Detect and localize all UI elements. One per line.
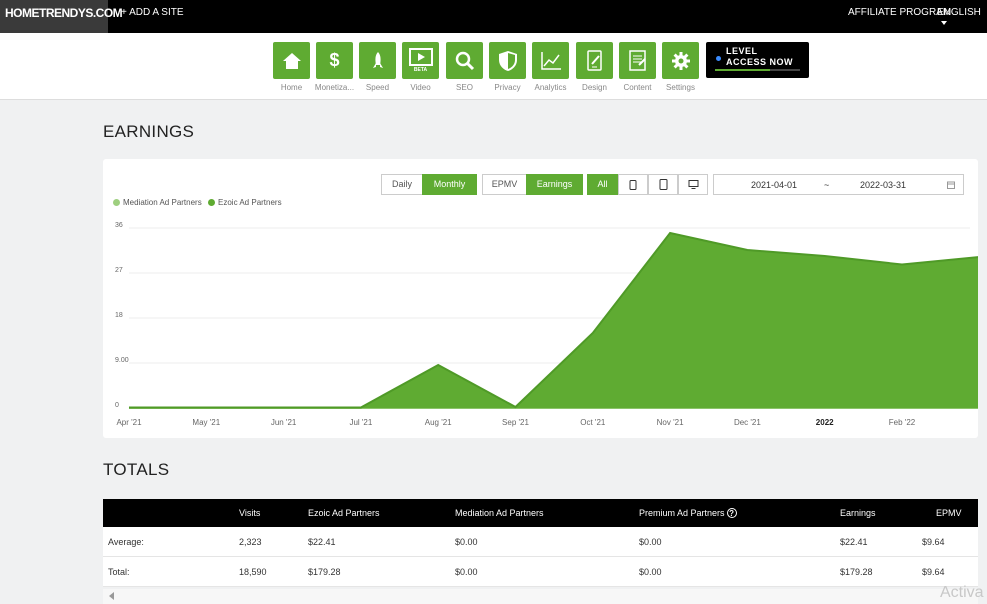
design-icon [576, 42, 613, 79]
language-label: ENGLISH [937, 7, 981, 18]
cell-earnings: $179.28 [840, 567, 873, 577]
x-tick-label: Nov '21 [657, 418, 684, 427]
gear-icon [662, 42, 699, 79]
magnifier-icon [446, 42, 483, 79]
access-now-label: ACCESS NOW [726, 57, 794, 67]
level-label: LEVEL [726, 46, 758, 56]
row-label: Average: [108, 537, 144, 547]
x-tick-label: Dec '21 [734, 418, 761, 427]
content-icon [619, 42, 656, 79]
cell-premium: $0.00 [639, 537, 662, 547]
add-site-link[interactable]: + ADD A SITE [121, 7, 184, 18]
earnings-chart-card: Daily Monthly EPMV Earnings All 2021-04-… [103, 159, 978, 438]
horizontal-scrollbar[interactable] [103, 589, 978, 604]
x-tick-label: Sep '21 [502, 418, 529, 427]
nav-home[interactable]: Home [273, 42, 310, 92]
row-label: Total: [108, 567, 130, 577]
x-tick-label: Jun '21 [271, 418, 297, 427]
x-tick-label: Apr '21 [116, 418, 142, 427]
chart-icon [532, 42, 569, 79]
nav-analytics[interactable]: Analytics [532, 42, 569, 92]
affiliate-program-link[interactable]: AFFILIATE PROGRAM [848, 7, 951, 18]
cell-visits: 2,323 [239, 537, 262, 547]
col-premium-label: Premium Ad Partners [639, 508, 725, 518]
dollar-icon: $ [316, 42, 353, 79]
nav-label: Settings [666, 83, 695, 92]
y-tick-label: 27 [115, 267, 123, 274]
nav-content[interactable]: Content [619, 42, 656, 92]
col-visits: Visits [239, 508, 261, 518]
nav-design[interactable]: Design [576, 42, 613, 92]
earnings-title: EARNINGS [103, 122, 195, 141]
nav-settings[interactable]: Settings [662, 42, 699, 92]
x-tick-label: Jul '21 [349, 418, 372, 427]
cell-visits: 18,590 [239, 567, 267, 577]
site-brand[interactable]: HOMETRENDYS.COM [0, 0, 123, 33]
level-progress-fill [715, 69, 771, 71]
y-tick-label: 9.00 [115, 357, 129, 364]
level-progress-bar [715, 69, 800, 71]
nav-monetization[interactable]: $ Monetiza... [315, 42, 354, 92]
level-access-button[interactable]: LEVEL ACCESS NOW [706, 42, 809, 78]
table-header: Visits Ezoic Ad Partners Mediation Ad Pa… [103, 499, 978, 527]
table-row-average: Average: 2,323 $22.41 $0.00 $0.00 $22.41… [103, 527, 978, 557]
help-icon[interactable]: ? [726, 508, 737, 518]
nav-seo[interactable]: SEO [446, 42, 483, 92]
cell-premium: $0.00 [639, 567, 662, 577]
x-tick-label: Oct '21 [580, 418, 606, 427]
nav-privacy[interactable]: Privacy [489, 42, 526, 92]
y-tick-label: 0 [115, 402, 119, 409]
top-bar: HOMETRENDYS.COM + ADD A SITE AFFILIATE P… [0, 0, 987, 33]
table-row-total: Total: 18,590 $179.28 $0.00 $0.00 $179.2… [103, 557, 978, 587]
cell-mediation: $0.00 [455, 537, 478, 547]
col-mediation: Mediation Ad Partners [455, 508, 544, 518]
col-ezoic: Ezoic Ad Partners [308, 508, 380, 518]
x-tick-label: Aug '21 [425, 418, 452, 427]
cell-ezoic: $179.28 [308, 567, 341, 577]
x-tick-label: 2022 [816, 418, 834, 427]
cell-mediation: $0.00 [455, 567, 478, 577]
cell-epmv: $9.64 [922, 537, 945, 547]
y-tick-label: 36 [115, 222, 123, 229]
earnings-chart: 0 9.00 18 27 36 Apr '21 May '21 Jun '21 Jul '21 A… [115, 222, 978, 427]
app-nav: Home $ Monetiza... Speed BETA Video SEO … [0, 33, 987, 100]
scroll-left-arrow-icon[interactable] [109, 592, 114, 600]
y-tick-label: 18 [115, 312, 123, 319]
nav-video[interactable]: BETA Video [402, 42, 439, 92]
cell-epmv: $9.64 [922, 567, 945, 577]
shield-icon [489, 42, 526, 79]
cell-earnings: $22.41 [840, 537, 868, 547]
chevron-down-icon [941, 21, 947, 26]
nav-speed[interactable]: Speed [359, 42, 396, 92]
beta-badge: BETA [413, 67, 428, 73]
home-icon [273, 42, 310, 79]
language-select[interactable]: ENGLISH [937, 7, 987, 29]
totals-table: Visits Ezoic Ad Partners Mediation Ad Pa… [103, 499, 978, 587]
status-dot [716, 56, 721, 61]
rocket-icon [359, 42, 396, 79]
col-premium: Premium Ad Partners? [639, 499, 737, 527]
activate-watermark: Activa [940, 584, 984, 601]
col-earnings: Earnings [840, 508, 876, 518]
totals-title: TOTALS [103, 460, 170, 479]
col-epmv: EPMV [936, 508, 962, 518]
video-icon: BETA [402, 42, 439, 79]
x-tick-label: May '21 [192, 418, 220, 427]
cell-ezoic: $22.41 [308, 537, 336, 547]
x-tick-label: Feb '22 [889, 418, 916, 427]
